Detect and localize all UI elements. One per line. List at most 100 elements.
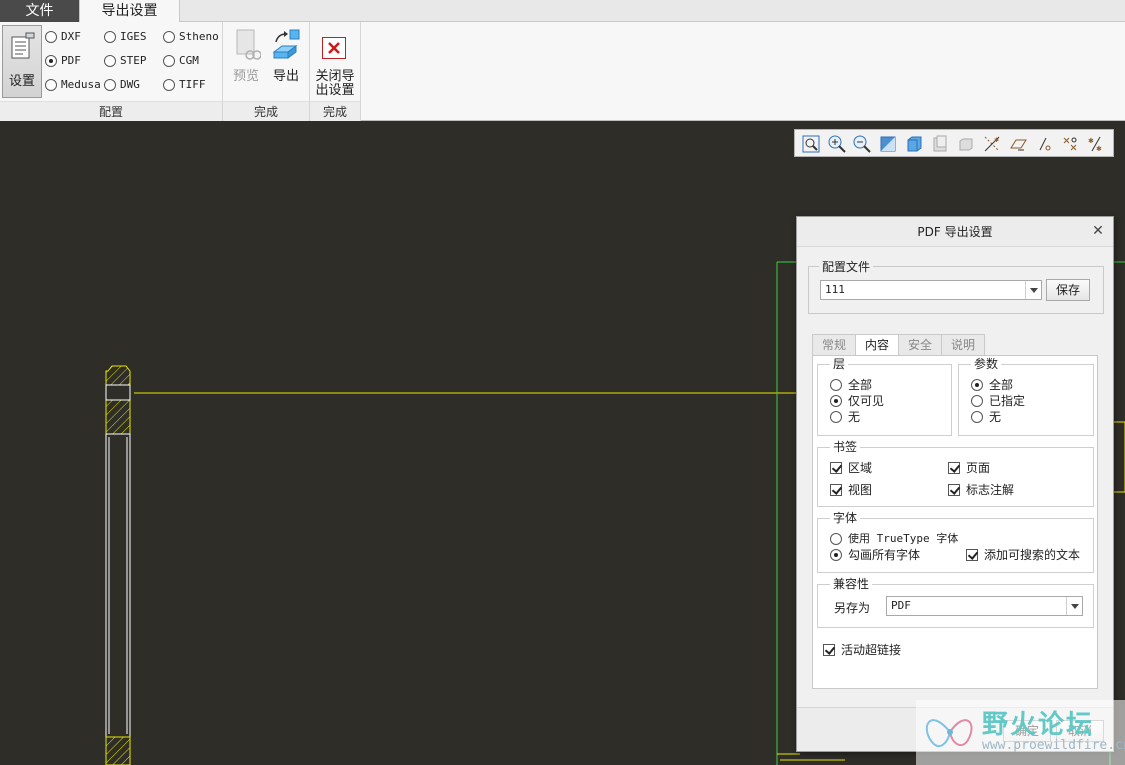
saved-views-icon[interactable]: [930, 134, 950, 154]
radio-dot: [104, 55, 116, 67]
zoom-out-icon[interactable]: [852, 134, 872, 154]
config-file-legend: 配置文件: [822, 260, 871, 274]
radio-dot: [971, 411, 983, 423]
format-radio-pdf[interactable]: PDF: [45, 53, 81, 69]
bookmark-view-checkbox[interactable]: 视图: [830, 482, 872, 498]
format-radio-stheno[interactable]: Stheno: [163, 29, 219, 45]
layers-option-visible-only[interactable]: 仅可见: [830, 393, 884, 409]
preview-label: 预览: [232, 69, 259, 84]
format-radio-tiff[interactable]: TIFF: [163, 77, 206, 93]
chevron-down-icon[interactable]: [1066, 597, 1082, 615]
tab-security[interactable]: 安全: [898, 334, 942, 356]
fonts-title: 字体: [830, 511, 861, 525]
radio-dot: [830, 533, 842, 545]
datum-point-display-icon[interactable]: [1034, 134, 1054, 154]
ribbon-group-finish-close: 关闭导出设置 完成: [310, 22, 361, 121]
radio-dot: [45, 79, 57, 91]
watermark: 野火论坛 www.proewildfire.cn: [916, 700, 1125, 765]
checkbox: [823, 644, 835, 656]
preview-icon: [236, 29, 262, 60]
format-radio-dwg[interactable]: DWG: [104, 77, 140, 93]
tab-panel-content: 层 全部 仅可见 无 参数 全部 已指定 无 书签 区域 页面 视图 标志注解 …: [812, 355, 1098, 689]
ribbon-group-finish: 预览 导出 完成: [223, 22, 310, 121]
radio-dot: [163, 79, 175, 91]
params-group: 参数 全部 已指定 无: [958, 357, 1094, 436]
menu-file-tab[interactable]: 文件: [0, 0, 79, 22]
radio-dot: [971, 395, 983, 407]
checkbox: [830, 462, 842, 474]
save-as-label: 另存为: [834, 601, 871, 615]
settings-button[interactable]: 设置: [2, 25, 42, 98]
layers-option-all[interactable]: 全部: [830, 377, 872, 393]
zoom-in-icon[interactable]: [827, 134, 847, 154]
pdf-export-settings-dialog: PDF 导出设置 ✕ 配置文件 111 保存 常规 内容 安全 说明 层 全部 …: [796, 216, 1114, 752]
compat-title: 兼容性: [830, 577, 873, 591]
params-option-none[interactable]: 无: [971, 409, 1001, 425]
radio-dot: [830, 549, 842, 561]
stroke-all-fonts-radio[interactable]: 勾画所有字体: [830, 547, 920, 563]
export-button[interactable]: 导出: [266, 26, 306, 96]
view-manager-icon[interactable]: [956, 134, 976, 154]
close-export-settings-label: 关闭导出设置: [315, 69, 355, 98]
config-file-value: 111: [825, 283, 845, 296]
bookmark-page-checkbox[interactable]: 页面: [948, 460, 990, 476]
bookmarks-group: 书签 区域 页面 视图 标志注解: [817, 440, 1094, 507]
save-button[interactable]: 保存: [1046, 279, 1090, 301]
format-radio-medusa[interactable]: Medusa: [45, 77, 101, 93]
watermark-url: www.proewildfire.cn: [982, 738, 1125, 753]
ribbon: 设置 DXF IGES Stheno PDF STEP CGM Medusa D…: [0, 22, 1125, 121]
config-file-combo[interactable]: 111: [820, 280, 1042, 300]
svg-text:✱: ✱: [994, 137, 999, 144]
radio-dot: [830, 395, 842, 407]
radio-dot: [163, 31, 175, 43]
export-icon: [272, 29, 300, 59]
radio-dot: [45, 31, 57, 43]
dialog-title: PDF 导出设置: [797, 217, 1113, 247]
checkbox: [830, 484, 842, 496]
dialog-close-icon[interactable]: ✕: [1091, 224, 1105, 238]
radio-dot: [45, 55, 57, 67]
tab-content[interactable]: 内容: [855, 334, 899, 357]
tab-general[interactable]: 常规: [812, 334, 856, 356]
graphics-toolbar: ✱ ✱ ✱: [794, 129, 1114, 157]
format-radio-iges[interactable]: IGES: [104, 29, 147, 45]
format-radio-dxf[interactable]: DXF: [45, 29, 81, 45]
preview-button[interactable]: 预览: [226, 26, 266, 96]
format-radio-cgm[interactable]: CGM: [163, 53, 199, 69]
close-export-settings-button[interactable]: 关闭导出设置: [315, 26, 355, 98]
refit-icon[interactable]: [801, 134, 821, 154]
group-label-finish-close: 完成: [310, 101, 360, 121]
datum-plane-display-icon[interactable]: [1008, 134, 1028, 154]
annotation-display-icon[interactable]: ✱✱: [1086, 134, 1106, 154]
menu-export-settings-tab[interactable]: 导出设置: [79, 0, 180, 23]
checkbox: [948, 484, 960, 496]
chevron-down-icon[interactable]: [1025, 281, 1041, 299]
use-truetype-fonts-radio[interactable]: 使用 TrueType 字体: [830, 531, 958, 547]
format-radio-step[interactable]: STEP: [104, 53, 147, 69]
menu-bar: 文件 导出设置: [0, 0, 1125, 23]
bookmark-region-checkbox[interactable]: 区域: [830, 460, 872, 476]
bookmarks-title: 书签: [830, 440, 861, 454]
display-style-icon[interactable]: [904, 134, 924, 154]
repaint-icon[interactable]: [878, 134, 898, 154]
tab-description[interactable]: 说明: [941, 334, 985, 356]
radio-dot: [971, 379, 983, 391]
layers-option-none[interactable]: 无: [830, 409, 860, 425]
bookmark-flag-note-checkbox[interactable]: 标志注解: [948, 482, 1014, 498]
params-option-specified[interactable]: 已指定: [971, 393, 1025, 409]
svg-text:✱: ✱: [1096, 145, 1102, 153]
params-option-all[interactable]: 全部: [971, 377, 1013, 393]
group-label-config: 配置: [0, 101, 222, 121]
svg-text:✱: ✱: [1088, 137, 1094, 145]
settings-document-icon: [11, 32, 35, 59]
active-hyperlinks-checkbox[interactable]: 活动超链接: [823, 642, 901, 658]
layers-group: 层 全部 仅可见 无: [817, 357, 952, 436]
params-title: 参数: [971, 357, 1002, 371]
csys-display-icon[interactable]: [1060, 134, 1080, 154]
settings-label: 设置: [8, 74, 35, 89]
datum-axis-display-icon[interactable]: ✱: [982, 134, 1002, 154]
add-searchable-text-checkbox[interactable]: 添加可搜索的文本: [966, 547, 1080, 563]
compat-group: 兼容性 另存为 PDF: [817, 577, 1094, 628]
group-label-finish: 完成: [223, 101, 309, 121]
save-as-combo[interactable]: PDF: [886, 596, 1083, 616]
